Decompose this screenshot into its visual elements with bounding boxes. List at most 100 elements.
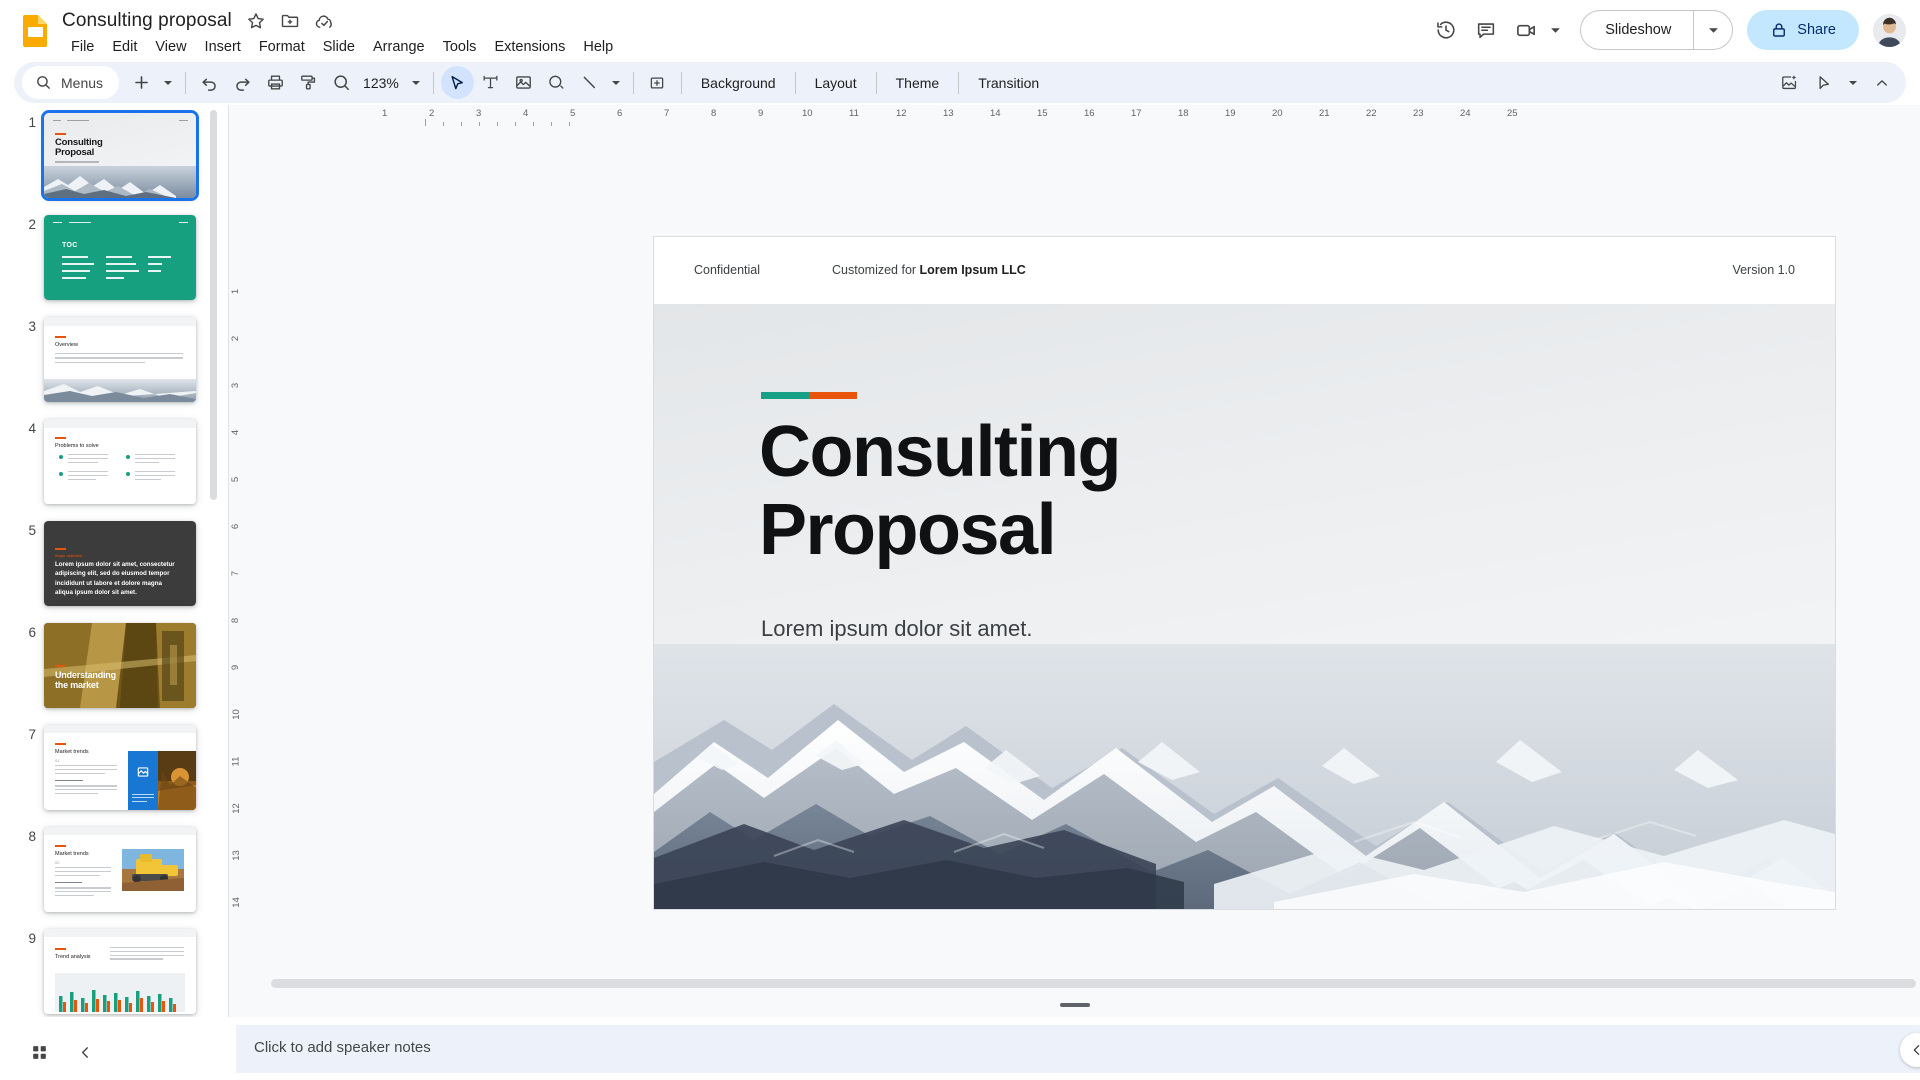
slide-thumbnail-9[interactable]: Trend analysis (44, 929, 196, 1014)
layout-button[interactable]: Layout (803, 68, 869, 98)
cloud-saved-icon[interactable] (314, 11, 334, 31)
slide-customized-label[interactable]: Customized for Lorem Ipsum LLC (832, 263, 1026, 277)
canvas-area: 1 2 3 4 5 6 7 8 9 10 11 12 13 14 15 16 1… (228, 105, 1920, 1017)
canvas-scroll-thumb[interactable] (271, 979, 1916, 988)
slideshow-button[interactable]: Slideshow (1580, 10, 1734, 50)
ruler-label: 22 (1366, 108, 1377, 119)
slide-version-label[interactable]: Version 1.0 (1732, 263, 1795, 277)
star-icon[interactable] (246, 11, 266, 31)
move-to-folder-icon[interactable] (280, 11, 300, 31)
zoom-button[interactable] (325, 66, 358, 99)
print-button[interactable] (259, 66, 292, 99)
slides-logo-icon[interactable] (20, 13, 52, 47)
select-tool-button[interactable] (440, 66, 474, 99)
top-bar: Consulting proposal File Edit View Inser… (0, 0, 1920, 60)
video-camera-icon[interactable] (1506, 10, 1546, 50)
theme-button[interactable]: Theme (884, 68, 952, 98)
slide-thumbnail-3[interactable]: Overview (44, 317, 196, 402)
list-item[interactable]: 6 Understanding the market (0, 623, 210, 708)
slide-thumbnail-4[interactable]: Problems to solve (44, 419, 196, 504)
slide-thumbnail-7[interactable]: Market trends 01 (44, 725, 196, 810)
slide-thumbnail-8[interactable]: Market trends 02 (44, 827, 196, 912)
meet-chevron-down-icon[interactable] (1546, 10, 1564, 50)
slide-number: 6 (28, 625, 36, 640)
zoom-level[interactable]: 123% (358, 75, 406, 91)
ruler-label: 14 (230, 897, 242, 908)
list-item[interactable]: 8 Market trends 02 (0, 827, 210, 912)
new-slide-button[interactable] (125, 66, 158, 99)
menu-help[interactable]: Help (574, 37, 622, 57)
avatar[interactable] (1873, 13, 1906, 47)
canvas-horizontal-scrollbar[interactable] (251, 975, 1920, 991)
filmstrip-scrollbar[interactable] (210, 110, 217, 500)
list-item[interactable]: 4 Problems to solve (0, 419, 210, 504)
list-item[interactable]: 1 Consulting Proposal (0, 110, 210, 201)
slide-number: 2 (28, 217, 36, 232)
undo-button[interactable] (193, 66, 226, 99)
ruler-label: 5 (230, 476, 242, 483)
menu-edit[interactable]: Edit (103, 37, 146, 57)
list-item[interactable]: 5 Begin objective Lorem ipsum dolor sit … (0, 521, 210, 606)
toolbar-divider (794, 71, 796, 94)
menu-extensions[interactable]: Extensions (485, 37, 574, 57)
ruler-label: 1 (230, 288, 242, 295)
menu-tools[interactable]: Tools (434, 37, 486, 57)
list-item[interactable]: 7 Market trends 01 (0, 725, 210, 810)
insert-table-button[interactable] (641, 66, 674, 99)
menus-search-button[interactable]: Menus (22, 66, 120, 99)
pen-cursor-icon[interactable] (1808, 66, 1841, 99)
page-title[interactable]: Consulting proposal (62, 10, 232, 32)
slide-filmstrip[interactable]: 1 Consulting Proposal 2 TOC 3 Overview 4… (0, 105, 228, 1017)
ruler-label: 23 (1413, 108, 1424, 119)
zoom-chevron-down-icon[interactable] (406, 66, 426, 99)
slide-thumbnail-6[interactable]: Understanding the market (44, 623, 196, 708)
shape-button[interactable] (540, 66, 573, 99)
list-item[interactable]: 9 Trend analysis (0, 929, 210, 1014)
list-item[interactable]: 3 Overview (0, 317, 210, 402)
vertical-ruler[interactable]: 1 2 3 4 5 6 7 8 9 10 11 12 13 14 (229, 127, 251, 1017)
slideshow-chevron-down-icon[interactable] (1694, 25, 1732, 36)
horizontal-ruler[interactable]: 1 2 3 4 5 6 7 8 9 10 11 12 13 14 15 16 1… (229, 105, 1920, 127)
collapse-notes-chevron-left-icon[interactable] (1900, 1033, 1920, 1067)
meet-button-group[interactable] (1506, 10, 1564, 50)
line-chevron-down-icon[interactable] (606, 66, 626, 99)
slide-stage[interactable]: Confidential Customized for Lorem Ipsum … (251, 127, 1920, 1017)
slide-canvas[interactable]: Confidential Customized for Lorem Ipsum … (654, 237, 1835, 909)
new-slide-chevron-down-icon[interactable] (158, 66, 178, 99)
menu-format[interactable]: Format (250, 37, 314, 57)
menu-arrange[interactable]: Arrange (364, 37, 434, 57)
background-button[interactable]: Background (689, 68, 788, 98)
slide-thumbnail-2[interactable]: TOC (44, 215, 196, 300)
ruler-label: 7 (230, 570, 242, 577)
menu-view[interactable]: View (146, 37, 195, 57)
speaker-notes-panel[interactable]: Click to add speaker notes (236, 1025, 1920, 1073)
image-sparkle-icon[interactable] (1773, 66, 1806, 99)
slide-thumbnail-1[interactable]: Consulting Proposal (41, 110, 199, 201)
comment-icon[interactable] (1466, 10, 1506, 50)
list-item[interactable]: 2 TOC (0, 215, 210, 300)
notes-resize-handle[interactable] (1059, 1003, 1090, 1007)
collapse-filmstrip-chevron-left-icon[interactable] (68, 1035, 102, 1069)
mountain-photo[interactable] (654, 644, 1835, 909)
ruler-label: 12 (896, 108, 907, 119)
share-button[interactable]: Share (1747, 10, 1859, 50)
version-history-icon[interactable] (1426, 10, 1466, 50)
slide-thumbnail-5[interactable]: Begin objective Lorem ipsum dolor sit am… (44, 521, 196, 606)
menu-file[interactable]: File (62, 37, 103, 57)
menu-slide[interactable]: Slide (314, 37, 364, 57)
menu-insert[interactable]: Insert (196, 37, 250, 57)
chevron-up-icon[interactable] (1865, 66, 1898, 99)
insert-image-button[interactable] (507, 66, 540, 99)
ruler-label: 4 (523, 108, 529, 119)
transition-button[interactable]: Transition (966, 68, 1051, 98)
slide-confidential-label[interactable]: Confidential (694, 263, 760, 277)
line-button[interactable] (573, 66, 606, 99)
redo-button[interactable] (226, 66, 259, 99)
slide-title[interactable]: Consulting Proposal (759, 413, 1559, 570)
annotate-chevron-down-icon[interactable] (1843, 66, 1863, 99)
paint-format-button[interactable] (292, 66, 325, 99)
slide-subtitle[interactable]: Lorem ipsum dolor sit amet. (761, 616, 1032, 642)
ruler-label: 11 (849, 108, 859, 119)
text-box-button[interactable] (474, 66, 507, 99)
grid-view-icon[interactable] (22, 1035, 56, 1069)
